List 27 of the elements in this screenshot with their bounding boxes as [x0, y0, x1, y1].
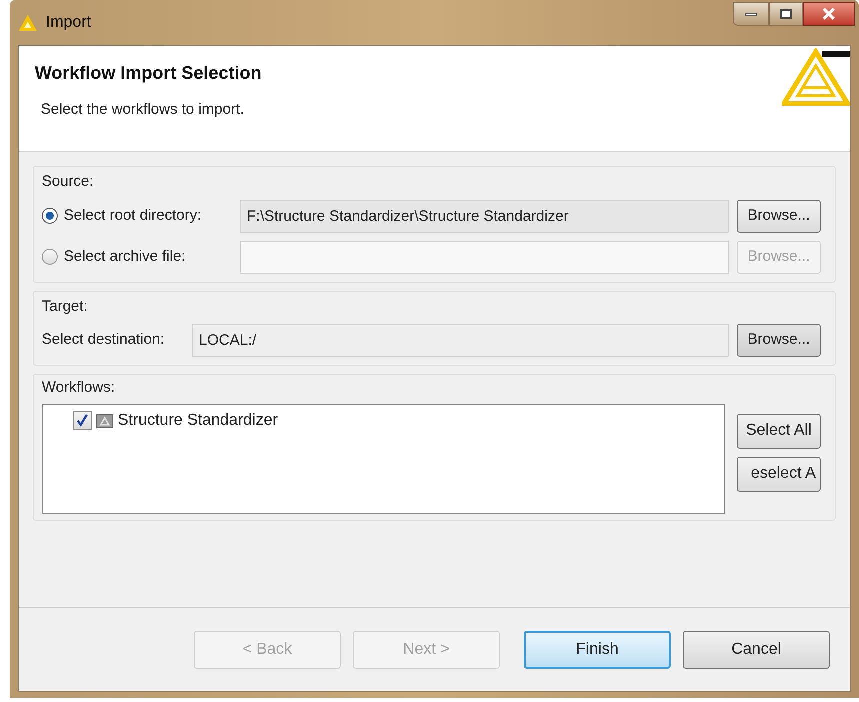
group-label: Source:	[42, 172, 95, 192]
minimize-button[interactable]	[733, 2, 769, 26]
directory-field[interactable]: F:\Structure Standardizer\Structure Standardizer	[240, 200, 729, 232]
triangle-logo-icon	[782, 48, 850, 106]
select-all-button[interactable]: Select All	[737, 414, 821, 448]
page-title: Workflow Import Selection	[35, 62, 262, 85]
maximize-button[interactable]	[769, 2, 803, 26]
group-label: Workflows:	[42, 378, 116, 398]
browse-button[interactable]: Browse...	[737, 324, 821, 357]
radio-label: Select root directory:	[64, 206, 203, 226]
radio-label: Select archive file:	[64, 246, 187, 267]
dialog-button[interactable]: Finish	[524, 630, 671, 668]
workflow-folder-icon	[96, 412, 114, 428]
app-logo-icon	[18, 14, 38, 32]
page-description: Select the workflows to import.	[41, 100, 246, 120]
group-label: Target:	[42, 296, 89, 316]
deselect-all-button[interactable]: eselect A	[737, 456, 821, 492]
field-label: Select destination:	[42, 330, 166, 350]
browse-button[interactable]: Browse...	[737, 200, 821, 232]
tree-item-label[interactable]: Structure Standardizer	[118, 408, 278, 432]
close-icon	[822, 8, 836, 20]
radio-button[interactable]	[42, 208, 58, 224]
close-button[interactable]	[803, 2, 855, 26]
dialog-button[interactable]: Cancel	[683, 630, 830, 668]
window-title: Import	[46, 12, 92, 32]
destination-field[interactable]: LOCAL:/	[192, 324, 729, 357]
checkbox[interactable]	[73, 411, 92, 430]
